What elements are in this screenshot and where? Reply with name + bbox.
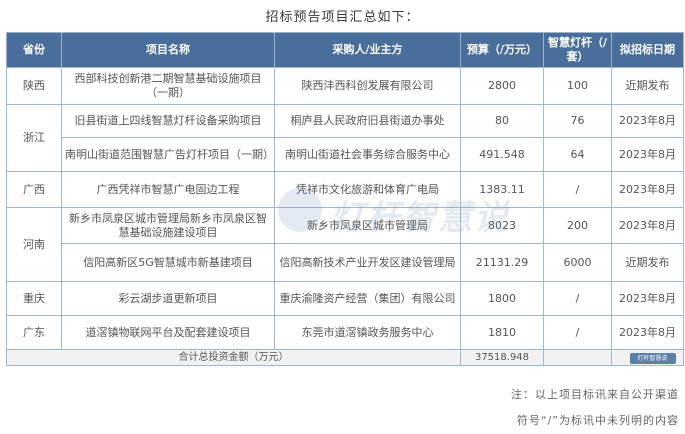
cell-date: 2023年8月	[611, 281, 684, 316]
cell-lights: 76	[543, 104, 612, 138]
cell-purchaser: 信阳高新技术产业开发区建设管理局	[274, 243, 461, 282]
cell-lights: 6000	[543, 243, 612, 282]
cell-lights: /	[543, 171, 612, 208]
header-purchaser: 采购人/业主方	[274, 32, 461, 68]
tender-summary-table: 省份 项目名称 采购人/业主方 预算（/万元） 智慧灯杆（/套） 拟招标日期 陕…	[6, 32, 684, 366]
cell-purchaser: 东莞市道滘镇政务服务中心	[274, 315, 461, 350]
cell-date: 近期发布	[611, 67, 684, 105]
cell-project: 旧县街道上四线智慧灯杆设备采购项目	[61, 104, 275, 138]
cell-date: 2023年8月	[611, 137, 684, 172]
table-row: 陕西 西部科技创新港二期智慧基础设施项目（一期） 陕西沣西科创发展有限公司 28…	[6, 67, 684, 105]
footnote-symbol: 符号“/”为标讯中未列明的内容	[516, 414, 679, 427]
cell-budget: 8023	[460, 207, 544, 244]
cell-budget: 491.548	[460, 137, 544, 172]
cell-budget: 2800	[460, 67, 544, 105]
cell-project: 广西凭祥市智慧广电固边工程	[61, 171, 275, 208]
cell-province: 河南	[6, 207, 62, 282]
cell-purchaser: 南明山街道社会事务综合服务中心	[274, 137, 461, 172]
cell-purchaser: 新乡市凤泉区城市管理局	[274, 207, 461, 244]
header-date: 拟招标日期	[611, 32, 684, 68]
cell-date: 2023年8月	[611, 171, 684, 208]
cell-lights: 200	[543, 207, 612, 244]
cell-budget: 80	[460, 104, 544, 138]
total-empty-cell	[543, 349, 612, 366]
cell-purchaser: 桐庐县人民政府旧县街道办事处	[274, 104, 461, 138]
footnote-source: 注：以上项目标讯来自公开渠道	[511, 388, 679, 401]
cell-budget: 1800	[460, 281, 544, 316]
brand-logo-small: 灯杆智慧说	[629, 352, 676, 364]
cell-lights: /	[543, 315, 612, 350]
cell-budget: 1810	[460, 315, 544, 350]
cell-lights: 64	[543, 137, 612, 172]
header-lights: 智慧灯杆（/套）	[543, 32, 612, 68]
cell-province: 广西	[6, 171, 62, 208]
table-row: 南明山街道范围智慧广告灯杆项目（一期） 南明山街道社会事务综合服务中心 491.…	[7, 137, 684, 172]
total-logo-cell: 灯杆智慧说	[611, 349, 684, 366]
cell-project: 新乡市凤泉区城市管理局新乡市凤泉区智慧基础设施建设项目	[61, 207, 275, 244]
cell-date: 2023年8月	[611, 207, 684, 244]
cell-lights: 100	[543, 67, 612, 105]
table-row: 广东 道滘镇物联网平台及配套建设项目 东莞市道滘镇政务服务中心 1810 / 2…	[6, 315, 684, 350]
header-province: 省份	[6, 32, 62, 68]
cell-purchaser: 陕西沣西科创发展有限公司	[274, 67, 461, 105]
total-label: 合计总投资金额（万元）	[6, 349, 461, 366]
cell-project: 彩云湖步道更新项目	[61, 281, 275, 316]
cell-province: 广东	[6, 315, 62, 350]
cell-province: 浙江	[6, 104, 62, 172]
table-row: 信阳高新区5G智慧城市新基建项目 信阳高新技术产业开发区建设管理局 21131.…	[7, 243, 684, 282]
cell-date: 2023年8月	[611, 104, 684, 138]
cell-lights: /	[543, 281, 612, 316]
header-budget: 预算（/万元）	[460, 32, 544, 68]
total-value: 37518.948	[460, 349, 544, 366]
table-row: 广西 广西凭祥市智慧广电固边工程 凭祥市文化旅游和体育广电局 1383.11 /…	[6, 171, 684, 208]
header-project: 项目名称	[61, 32, 275, 68]
cell-project: 南明山街道范围智慧广告灯杆项目（一期）	[61, 137, 275, 172]
cell-budget: 1383.11	[460, 171, 544, 208]
cell-date: 2023年8月	[611, 315, 684, 350]
cell-date: 近期发布	[611, 243, 684, 282]
cell-project: 西部科技创新港二期智慧基础设施项目（一期）	[61, 67, 275, 105]
table-row: 浙江 旧县街道上四线智慧灯杆设备采购项目 桐庐县人民政府旧县街道办事处 80 7…	[6, 104, 684, 172]
cell-province: 陕西	[6, 67, 62, 105]
cell-budget: 21131.29	[460, 243, 544, 282]
cell-project: 信阳高新区5G智慧城市新基建项目	[61, 243, 275, 282]
cell-purchaser: 凭祥市文化旅游和体育广电局	[274, 171, 461, 208]
total-row: 合计总投资金额（万元） 37518.948 灯杆智慧说	[6, 349, 684, 366]
table-header-row: 省份 项目名称 采购人/业主方 预算（/万元） 智慧灯杆（/套） 拟招标日期	[6, 32, 684, 68]
cell-project: 道滘镇物联网平台及配套建设项目	[61, 315, 275, 350]
table-row: 河南 新乡市凤泉区城市管理局新乡市凤泉区智慧基础设施建设项目 新乡市凤泉区城市管…	[6, 207, 684, 282]
cell-purchaser: 重庆渝隆资产经营（集团）有限公司	[274, 281, 461, 316]
table-row: 重庆 彩云湖步道更新项目 重庆渝隆资产经营（集团）有限公司 1800 / 202…	[6, 281, 684, 316]
page-title: 招标预告项目汇总如下：	[265, 10, 420, 25]
cell-province: 重庆	[6, 281, 62, 316]
